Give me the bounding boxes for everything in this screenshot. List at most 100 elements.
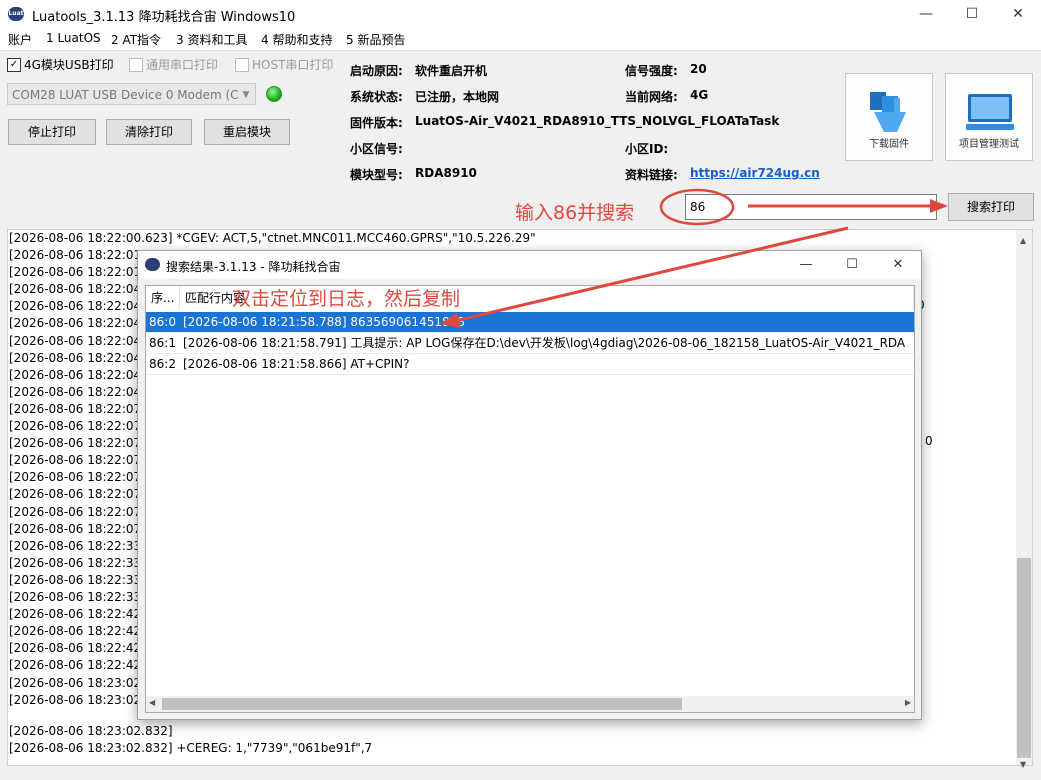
log-line: [2026-08-06 18:22:07.: [9, 522, 145, 536]
log-line: [2026-08-06 18:22:01.: [9, 265, 145, 279]
port-select-value: COM28 LUAT USB Device 0 Modem (C: [12, 88, 239, 102]
menu-at-commands[interactable]: 2 AT指令: [111, 31, 161, 48]
title-bar: Luat Luatools_3.1.13 降功耗找合宙 Windows10 — …: [0, 0, 1041, 28]
result-content: [2026-08-06 18:21:58.866] AT+CPIN?: [183, 357, 410, 371]
log-line: [2026-08-06 18:22:04.: [9, 316, 145, 330]
network-label: 当前网络:: [625, 90, 678, 104]
firmware-label: 固件版本:: [350, 116, 403, 130]
usb-print-checkbox[interactable]: ✓ 4G模块USB打印: [7, 56, 114, 73]
app-logo: [145, 258, 160, 271]
monitor-icon: [966, 94, 1014, 130]
search-input[interactable]: 86: [685, 194, 937, 220]
dialog-title-bar: 搜索结果-3.1.13 - 降功耗找合宙 — ☐ ✕: [138, 251, 921, 279]
boot-reason-value: 软件重启开机: [415, 64, 488, 78]
menu-account[interactable]: 账户: [8, 31, 32, 48]
clear-print-button[interactable]: 清除打印: [106, 119, 192, 145]
result-content: [2026-08-06 18:21:58.791] 工具提示: AP LOG保存…: [183, 336, 906, 350]
scroll-right-icon[interactable]: ▶: [905, 698, 911, 707]
menu-new-products[interactable]: 5 新品预告: [346, 31, 405, 48]
log-line: [2026-08-06 18:22:33.: [9, 556, 145, 570]
menu-bar: 账户 1 LuatOS 2 AT指令 3 资料和工具 4 帮助和支持 5 新品预…: [0, 28, 1041, 51]
download-firmware-label: 下载固件: [869, 139, 909, 150]
module-value: RDA8910: [415, 166, 477, 180]
log-line: [2026-08-06 18:22:33.: [9, 590, 145, 604]
maximize-icon[interactable]: ☐: [829, 251, 875, 279]
log-line: [2026-08-06 18:22:42.: [9, 624, 145, 638]
result-row[interactable]: 86:0 [2026-08-06 18:21:58.788] 863569061…: [146, 312, 914, 333]
log-line: [2026-08-06 18:22:04.: [9, 368, 145, 382]
status-led-icon: [266, 86, 282, 102]
host-print-label: HOST串口打印: [252, 58, 334, 72]
chevron-down-icon: ▼: [242, 90, 250, 100]
scroll-down-icon[interactable]: ▼: [1020, 760, 1026, 769]
log-line: [2026-08-06 18:22:07.: [9, 487, 145, 501]
log-scrollbar-thumb[interactable]: [1017, 558, 1031, 758]
log-line: [2026-08-06 18:22:00.623] *CGEV: ACT,5,"…: [9, 231, 536, 245]
log-line: [2026-08-06 18:22:04.: [9, 334, 145, 348]
log-line: [2026-08-06 18:22:04.: [9, 299, 145, 313]
log-line: [2026-08-06 18:22:04.: [9, 282, 145, 296]
network-value: 4G: [690, 88, 709, 102]
log-line: [2026-08-06 18:23:02.: [9, 693, 145, 707]
host-print-checkbox[interactable]: HOST串口打印: [235, 56, 333, 73]
dialog-title: 搜索结果-3.1.13 - 降功耗找合宙: [166, 260, 341, 274]
log-line: [2026-08-06 18:22:33.: [9, 539, 145, 553]
minimize-icon[interactable]: —: [783, 251, 829, 279]
result-content: [2026-08-06 18:21:58.788] 86356906145187…: [183, 315, 465, 329]
result-row[interactable]: 86:2 [2026-08-06 18:21:58.866] AT+CPIN?: [146, 354, 914, 375]
restart-module-button[interactable]: 重启模块: [204, 119, 290, 145]
serial-print-checkbox[interactable]: 通用串口打印: [129, 56, 218, 73]
search-results-dialog: 搜索结果-3.1.13 - 降功耗找合宙 — ☐ ✕ 序... 匹配行内容 86…: [137, 250, 922, 720]
menu-luatos[interactable]: 1 LuatOS: [46, 31, 101, 45]
result-index: 86:2: [149, 357, 176, 371]
log-line: [2026-08-06 18:22:07.: [9, 470, 145, 484]
checkmark-icon: ✓: [7, 57, 21, 72]
log-line: [2026-08-06 18:22:04.: [9, 351, 145, 365]
cell-signal-label: 小区信号:: [350, 142, 403, 156]
log-line: [2026-08-06 18:22:33.: [9, 573, 145, 587]
close-icon[interactable]: ✕: [995, 0, 1041, 28]
firmware-value: LuatOS-Air_V4021_RDA8910_TTS_NOLVGL_FLOA…: [415, 114, 780, 128]
download-icon: [870, 92, 906, 132]
signal-label: 信号强度:: [625, 64, 678, 78]
log-line: [2026-08-06 18:23:02.832] +CEREG: 1,"773…: [9, 741, 373, 755]
log-line: [2026-08-06 18:22:07.: [9, 419, 145, 433]
log-line: [2026-08-06 18:22:42.: [9, 641, 145, 655]
results-hscrollbar-thumb[interactable]: [162, 698, 682, 710]
results-hscrollbar[interactable]: ◀ ▶: [146, 696, 914, 712]
log-line: [2026-08-06 18:22:42.: [9, 658, 145, 672]
menu-resources-tools[interactable]: 3 资料和工具: [176, 31, 247, 48]
maximize-icon[interactable]: ☐: [949, 0, 995, 28]
log-line: [2026-08-06 18:22:01.: [9, 248, 145, 262]
result-index: 86:0: [149, 315, 176, 329]
log-line: [2026-08-06 18:23:02.832]: [9, 724, 173, 738]
link-label: 资料链接:: [625, 168, 678, 182]
close-icon[interactable]: ✕: [875, 251, 921, 279]
log-line: [2026-08-06 18:22:07.: [9, 436, 145, 450]
download-firmware-button[interactable]: 下载固件: [845, 73, 933, 161]
stop-print-button[interactable]: 停止打印: [8, 119, 96, 145]
menu-help-support[interactable]: 4 帮助和支持: [261, 31, 332, 48]
result-row[interactable]: 86:1 [2026-08-06 18:21:58.791] 工具提示: AP …: [146, 333, 914, 354]
log-line: [2026-08-06 18:23:02.: [9, 676, 145, 690]
app-logo: Luat: [8, 7, 24, 21]
window-title: Luatools_3.1.13 降功耗找合宙 Windows10: [32, 10, 296, 25]
log-fragment: 0: [925, 434, 933, 448]
column-header-index[interactable]: 序...: [146, 286, 180, 310]
search-hint-annotation: 输入86并搜索: [515, 202, 635, 224]
result-index: 86:1: [149, 336, 176, 350]
minimize-icon[interactable]: —: [903, 0, 949, 28]
signal-value: 20: [690, 62, 707, 76]
docs-link[interactable]: https://air724ug.cn: [690, 166, 820, 180]
system-status-value: 已注册，本地网: [415, 90, 500, 104]
results-list[interactable]: 序... 匹配行内容 86:0 [2026-08-06 18:21:58.788…: [145, 285, 915, 713]
scroll-left-icon[interactable]: ◀: [149, 698, 155, 707]
project-management-label: 项目管理测试: [959, 139, 1019, 150]
search-print-button[interactable]: 搜索打印: [948, 193, 1034, 221]
port-select[interactable]: COM28 LUAT USB Device 0 Modem (C ▼: [7, 83, 256, 105]
cell-id-label: 小区ID:: [625, 142, 669, 156]
scroll-up-icon[interactable]: ▲: [1020, 236, 1026, 245]
system-status-label: 系统状态:: [350, 90, 403, 104]
usb-print-label: 4G模块USB打印: [24, 58, 114, 72]
project-management-button[interactable]: 项目管理测试: [945, 73, 1033, 161]
